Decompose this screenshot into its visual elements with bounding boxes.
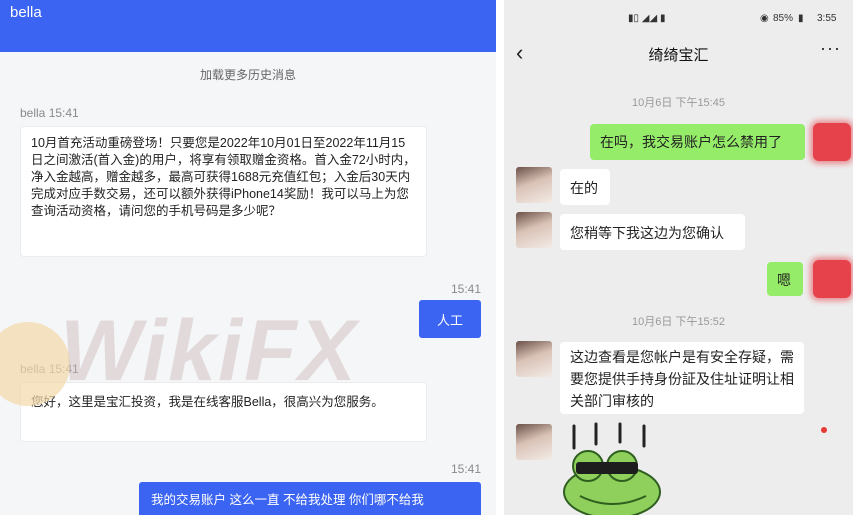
unread-dot — [821, 427, 827, 433]
message-timestamp: 10月6日 下午15:52 — [632, 316, 725, 328]
battery-level: 85% — [773, 13, 794, 24]
my-avatar[interactable] — [813, 260, 851, 298]
panel-divider — [496, 0, 504, 515]
left-chat-panel: bella 加载更多历史消息 bella 15:41 10月首充活动重磅登场！只… — [0, 0, 496, 515]
contact-message-bubble: 在的 — [560, 169, 610, 205]
load-more-history-link[interactable]: 加载更多历史消息 — [0, 66, 496, 83]
contact-avatar[interactable] — [516, 212, 552, 248]
message-meta: 15:41 — [451, 462, 482, 476]
user-message-bubble: 人工 — [419, 300, 481, 338]
message-meta: bella 15:41 — [20, 106, 79, 120]
message-meta: 15:41 — [451, 282, 482, 296]
user-message-bubble: 我的交易账户 这么一直 不给我处理 你们哪不给我 — [139, 482, 481, 515]
contact-avatar[interactable] — [516, 167, 552, 203]
eye-icon: ◉ — [760, 13, 769, 24]
message-timestamp: 10月6日 下午15:45 — [632, 97, 725, 109]
my-message-bubble: 在吗，我交易账户怎么禁用了 — [590, 124, 805, 160]
chat-header: bella — [0, 0, 496, 52]
my-message-bubble: 嗯 — [767, 262, 803, 296]
wechat-panel: ▮▯ ◢◢ ▮ ◉ 85% ▮ 3:55 ‹ 绮绮宝汇 ··· 10月6日 下午… — [504, 0, 853, 515]
contact-avatar[interactable] — [516, 424, 552, 460]
contact-message-bubble: 这边查看是您帐户是有安全存疑，需要您提供手持身份証及住址证明让相关部门审核的 — [560, 342, 804, 414]
frog-sticker[interactable] — [560, 420, 670, 515]
battery-icon: ▮ — [798, 13, 804, 24]
signal-icon: ▮▯ ◢◢ ▮ — [628, 13, 666, 24]
chat-title: 绮绮宝汇 — [648, 47, 709, 64]
chat-header-title: bella — [10, 4, 42, 21]
agent-message-bubble: 10月首充活动重磅登场！只要您是2022年10月01日至2022年11月15日之… — [20, 126, 427, 257]
chat-nav-bar: ‹ 绮绮宝汇 ··· — [504, 38, 853, 70]
clock: 3:55 — [817, 13, 837, 24]
my-avatar[interactable] — [813, 123, 851, 161]
contact-avatar[interactable] — [516, 341, 552, 377]
status-bar: ▮▯ ◢◢ ▮ ◉ 85% ▮ 3:55 — [504, 0, 853, 38]
more-options-icon[interactable]: ··· — [820, 38, 841, 59]
contact-message-bubble: 您稍等下我这边为您确认 — [560, 214, 745, 250]
watermark-text: WikiFX — [60, 303, 358, 399]
